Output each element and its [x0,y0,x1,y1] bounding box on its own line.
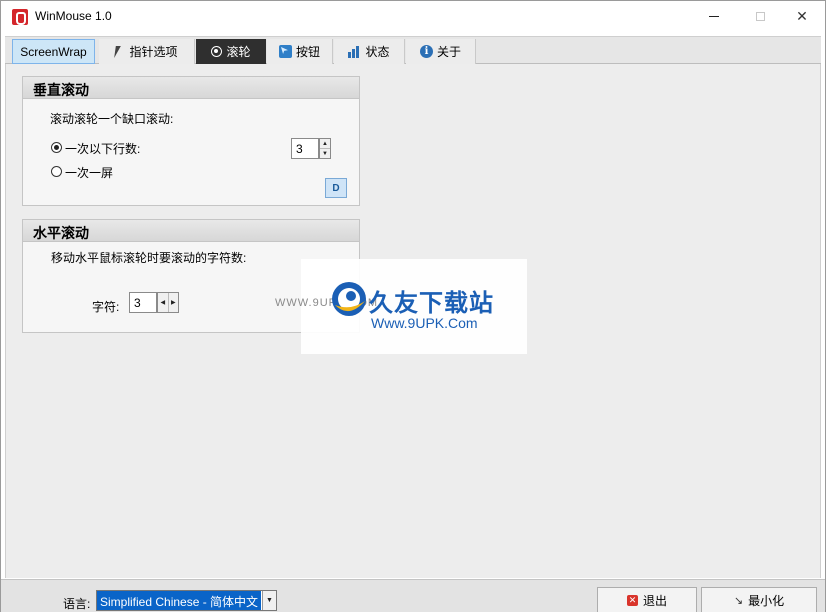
horizontal-description: 移动水平鼠标滚轮时要滚动的字符数: [51,251,247,265]
watermark-url: Www.9UPK.Com [371,315,478,331]
minimize-arrow-icon: ↘ [733,594,744,607]
tab-label: 指针选项 [129,45,178,59]
watermark-logo-icon [332,282,366,316]
radio-screen-label[interactable]: 一次一屏 [65,164,113,181]
exit-label: 退出 [642,593,667,608]
tab-status[interactable]: 状态 [334,39,405,64]
arrow-left-icon[interactable]: ◀ [158,293,169,312]
minimize-label: 最小化 [748,593,785,608]
tab-wheel[interactable]: 滚轮 [196,39,266,64]
app-window: WinMouse 1.0 ✕ ScreenWrap 指针选项 滚轮 按钮 状态 … [0,0,826,612]
tab-label: 按钮 [295,45,320,59]
radio-screen[interactable] [51,166,62,177]
tab-label: 关于 [436,45,461,59]
bar-chart-icon [348,45,361,58]
lines-stepper[interactable]: ▲ ▼ [319,138,331,159]
window-title: WinMouse 1.0 [35,9,112,23]
close-icon: ✕ [796,8,808,24]
radio-lines[interactable] [51,142,62,153]
minimize-to-tray-button[interactable]: ↘ 最小化 [701,587,817,612]
chars-label: 字符: [92,300,120,314]
close-window-button[interactable]: ✕ [779,1,825,32]
lines-input[interactable]: 3 [291,138,319,159]
chars-stepper[interactable]: ◀ ▶ [157,292,179,313]
arrow-right-icon[interactable]: ▶ [169,293,179,312]
arrow-down-icon[interactable]: ▼ [320,149,330,158]
minimize-window-button[interactable] [691,1,737,32]
exit-icon: ✕ [626,594,638,606]
language-value[interactable]: Simplified Chinese - 简体中文 [97,591,261,610]
tab-pointer-options[interactable]: 指针选项 [99,39,195,64]
tab-buttons[interactable]: 按钮 [267,39,333,64]
app-logo-icon [12,9,28,25]
bottom-bar: 语言: Simplified Chinese - 简体中文 ▼ ✕ 退出 ↘ 最… [1,579,825,612]
d-button[interactable]: D [325,178,347,198]
chevron-down-icon[interactable]: ▼ [262,591,276,610]
maximize-window-button[interactable] [737,1,783,32]
vertical-scroll-group: 垂直滚动 滚动滚轮一个缺口滚动: 一次以下行数: 3 ▲ ▼ 一次一屏 D [22,76,360,206]
tab-screenwrap[interactable]: ScreenWrap [12,39,95,64]
info-icon: i [419,45,433,58]
language-select[interactable]: Simplified Chinese - 简体中文 ▼ [96,590,277,611]
cursor-icon [114,45,127,58]
language-label: 语言: [63,597,91,611]
group-heading: 水平滚动 [23,220,359,242]
group-heading: 垂直滚动 [23,77,359,99]
tab-label: 滚轮 [226,45,251,59]
watermark: WWW.9UPK.COM 久友下载站 Www.9UPK.Com [275,259,527,354]
title-bar[interactable]: WinMouse 1.0 ✕ [1,1,825,32]
exit-button[interactable]: ✕ 退出 [597,587,697,612]
radio-lines-label[interactable]: 一次以下行数: [65,140,140,157]
chars-input[interactable]: 3 [129,292,157,313]
tab-label: ScreenWrap [20,44,87,59]
minimize-icon [709,16,719,17]
mouse-button-icon [278,45,292,58]
watermark-title: 久友下载站 [369,290,494,317]
wheel-icon [211,46,223,57]
tab-bar: ScreenWrap 指针选项 滚轮 按钮 状态 i 关于 [5,36,821,64]
vertical-description: 滚动滚轮一个缺口滚动: [50,112,174,126]
tab-label: 状态 [365,45,390,59]
maximize-icon [755,12,765,21]
tab-about[interactable]: i 关于 [406,39,476,64]
arrow-up-icon[interactable]: ▲ [320,139,330,149]
